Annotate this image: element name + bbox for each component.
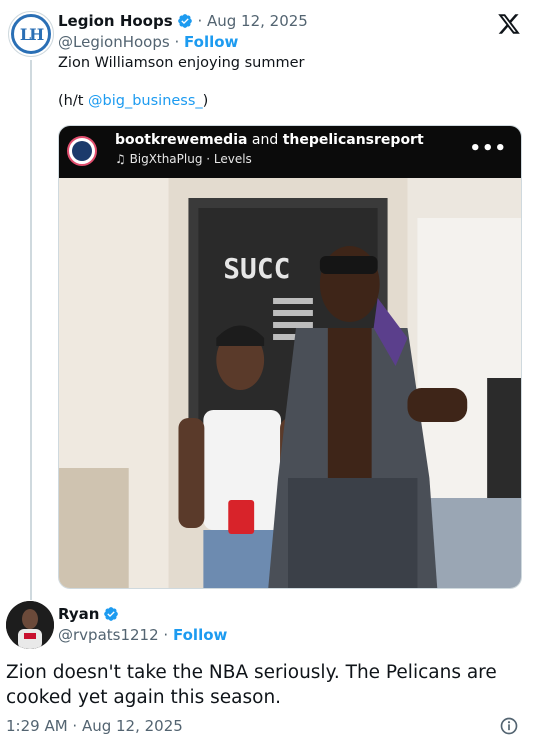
- tweet-text-line1: Zion Williamson enjoying summer: [58, 55, 305, 71]
- reply-author-handle[interactable]: @rvpats1212: [58, 626, 159, 644]
- reply-avatar[interactable]: [6, 601, 54, 649]
- reply-author-line: Ryan: [58, 604, 119, 624]
- handle-separator: ·: [174, 33, 180, 51]
- reply-avatar-image: [6, 601, 54, 649]
- legion-hoops-logo: LH: [11, 14, 51, 54]
- tweet-credit-suffix: ): [202, 93, 209, 109]
- sign-text: SUCC: [223, 252, 290, 285]
- author-handle[interactable]: @LegionHoops: [58, 33, 170, 51]
- tweet-credit-prefix: (h/t: [58, 93, 89, 109]
- reply-handle-line: @rvpats1212 · Follow: [58, 625, 227, 645]
- x-logo-icon[interactable]: [497, 12, 521, 36]
- media-photo: SUCC: [59, 178, 521, 588]
- instagram-header: bootkrewemedia and thepelicansreport ♫ B…: [59, 126, 521, 178]
- instagram-audio: ♫ BigXthaPlug · Levels: [115, 152, 252, 166]
- legion-hoops-avatar[interactable]: LH: [8, 11, 54, 57]
- reply-text: Zion doesn't take the NBA seriously. The…: [6, 662, 497, 708]
- tweet-handle-line: @LegionHoops · Follow: [58, 32, 238, 52]
- reply-timestamp[interactable]: 1:29 AM · Aug 12, 2025: [6, 716, 183, 736]
- author-name[interactable]: Legion Hoops: [58, 12, 173, 30]
- handle-separator: ·: [163, 626, 169, 644]
- reply-follow-button[interactable]: Follow: [173, 626, 227, 644]
- music-note-icon: ♫: [115, 152, 130, 166]
- info-icon[interactable]: [499, 716, 519, 736]
- tweet-text: Zion Williamson enjoying summer (h/t @bi…: [58, 54, 305, 111]
- mention-link[interactable]: @big_business_: [88, 93, 203, 109]
- instagram-avatar: [67, 136, 97, 166]
- verified-badge-icon: [177, 14, 192, 28]
- verified-badge-icon: [104, 607, 119, 621]
- instagram-usernames: bootkrewemedia and thepelicansreport: [115, 132, 424, 148]
- embedded-media[interactable]: bootkrewemedia and thepelicansreport ♫ B…: [58, 125, 522, 589]
- thread-connector-line: [30, 60, 32, 600]
- tweet-header: Legion Hoops · Aug 12, 2025: [58, 11, 308, 31]
- tweet-date[interactable]: · Aug 12, 2025: [197, 12, 307, 30]
- more-dots-icon: •••: [469, 138, 507, 159]
- follow-button[interactable]: Follow: [184, 33, 238, 51]
- reply-author-name[interactable]: Ryan: [58, 605, 99, 623]
